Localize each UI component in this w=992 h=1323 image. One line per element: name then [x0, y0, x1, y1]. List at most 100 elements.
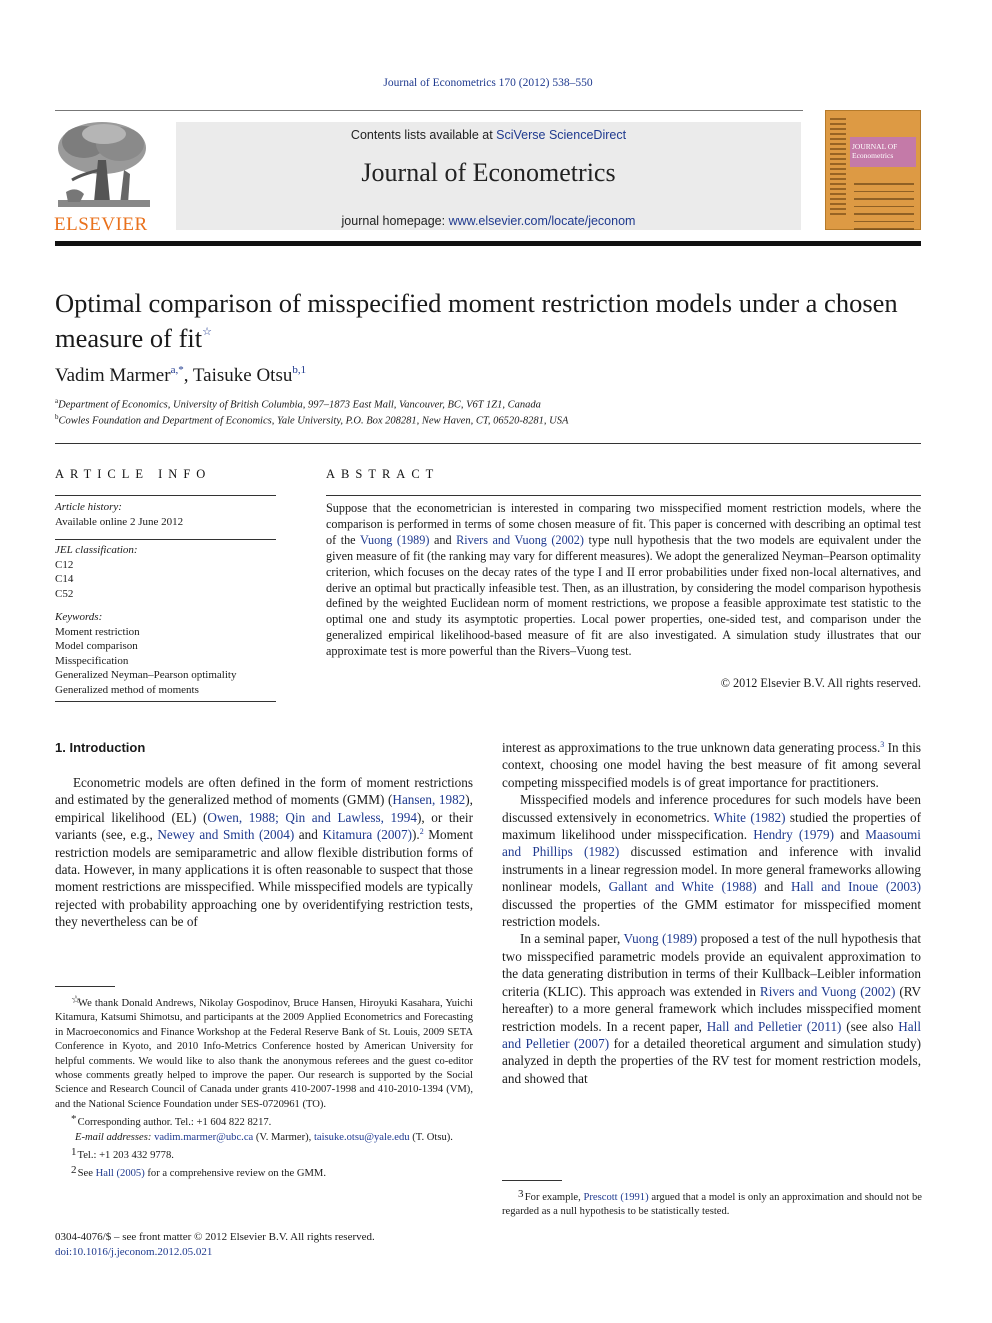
reference-link[interactable]: Hall and Pelletier (2011)	[707, 1019, 842, 1034]
history-value: Available online 2 June 2012	[55, 515, 184, 528]
text: (T. Otsu).	[409, 1131, 453, 1143]
text: for a comprehensive review on the GMM.	[144, 1168, 326, 1180]
footnote-acknowledgement: ☆ We thank Donald Andrews, Nikolay Gospo…	[55, 993, 473, 1112]
journal-cover-thumbnail[interactable]: JOURNAL OF Econometrics	[825, 110, 921, 230]
journal-header-band: Contents lists available at SciVerse Sci…	[176, 122, 801, 230]
author-marks[interactable]: b,1	[292, 364, 306, 376]
footnote-emails: E-mail addresses: vadim.marmer@ubc.ca (V…	[55, 1131, 473, 1145]
reference-link[interactable]: Owen, 1988; Qin and Lawless, 1994	[207, 810, 417, 825]
paragraph: interest as approximations to the true u…	[502, 739, 921, 791]
text: interest as approximations to the true u…	[502, 740, 881, 755]
reference-link[interactable]: Vuong (1989)	[623, 931, 697, 946]
title-footnote-mark[interactable]: ☆	[202, 326, 212, 338]
keyword: Misspecification	[55, 654, 129, 667]
author-name[interactable]: Taisuke Otsu	[193, 365, 292, 386]
email-label: E-mail addresses:	[75, 1131, 155, 1143]
reference-link[interactable]: Hall and Inoue (2003)	[791, 879, 921, 894]
footnotes-left: ☆ We thank Donald Andrews, Nikolay Gospo…	[55, 993, 473, 1182]
cover-title-panel: JOURNAL OF Econometrics	[850, 137, 916, 167]
abstract-span: type null hypothesis that the two models…	[326, 532, 922, 659]
jel-code: C12	[55, 558, 74, 571]
reference-link[interactable]: Prescott (1991)	[584, 1192, 649, 1203]
abstract-heading: ABSTRACT	[326, 467, 440, 481]
paragraph: In a seminal paper, Vuong (1989) propose…	[502, 930, 921, 1087]
footnote-divider	[55, 986, 115, 987]
reference-link[interactable]: Gallant and White (1988)	[609, 879, 757, 894]
reference-link[interactable]: Hansen, 1982	[392, 792, 465, 807]
cover-title-line2: Econometrics	[852, 151, 894, 160]
text: (see also	[841, 1018, 899, 1034]
abstract-span: and	[429, 532, 457, 547]
divider	[326, 495, 921, 496]
reference-link[interactable]: Kitamura (2007)	[322, 827, 412, 842]
keyword: Model comparison	[55, 640, 138, 652]
reference-link[interactable]: Newey and Smith (2004)	[157, 827, 294, 842]
cover-contents-graphic	[854, 177, 914, 236]
front-matter: 0304-4076/$ – see front matter © 2012 El…	[55, 1230, 375, 1260]
journal-title: Journal of Econometrics	[361, 158, 616, 187]
text: In a seminal paper,	[520, 931, 624, 947]
keyword: Generalized Neyman–Pearson optimality	[55, 669, 237, 681]
reference-link[interactable]: Vuong (1989)	[360, 533, 430, 547]
footnotes-right: 3 For example, Prescott (1991) argued th…	[502, 1187, 922, 1220]
footnote-mark: 1	[71, 1146, 77, 1159]
contents-availability: Contents lists available at SciVerse Sci…	[176, 128, 801, 142]
footnote-text: Tel.: +1 203 432 9778.	[77, 1150, 174, 1162]
text: discussed the properties of the GMM esti…	[502, 896, 921, 930]
author-name[interactable]: Vadim Marmer	[55, 365, 171, 386]
text: See	[77, 1168, 96, 1180]
footnote-mark: *	[71, 1113, 77, 1126]
reference-link[interactable]: Hall (2005)	[96, 1168, 145, 1179]
history-label: Article history:	[55, 501, 122, 513]
author-separator: ,	[183, 365, 193, 386]
divider	[55, 701, 276, 702]
elsevier-tree-icon	[54, 120, 152, 210]
article-title-text: Optimal comparison of misspecified momen…	[55, 288, 898, 353]
footnote-text: Corresponding author. Tel.: +1 604 822 8…	[77, 1117, 272, 1129]
contents-text: Contents lists available at	[350, 128, 497, 142]
journal-citation-link[interactable]: Journal of Econometrics 170 (2012) 538–5…	[0, 77, 976, 89]
article-title: Optimal comparison of misspecified momen…	[55, 289, 925, 353]
header-divider	[55, 110, 803, 111]
email-link[interactable]: vadim.marmer@ubc.ca	[154, 1132, 253, 1143]
paragraph: Econometric models are often defined in …	[55, 774, 473, 931]
reference-link[interactable]: White (1982)	[714, 810, 786, 825]
keywords-label: Keywords:	[55, 611, 103, 623]
body-column-left: Econometric models are often defined in …	[55, 774, 473, 931]
jel-code: C52	[55, 587, 74, 600]
footnote-mark: ☆	[71, 994, 81, 1006]
footnote-1: 1 Tel.: +1 203 432 9778.	[55, 1145, 473, 1163]
issn-line: 0304-4076/$ – see front matter © 2012 El…	[55, 1231, 375, 1243]
footnote-2: 2 See Hall (2005) for a comprehensive re…	[55, 1163, 473, 1181]
jel-label: JEL classification:	[55, 544, 138, 556]
doi-link[interactable]: doi:10.1016/j.jeconom.2012.05.021	[55, 1246, 212, 1258]
divider	[55, 495, 276, 496]
abstract-copyright: © 2012 Elsevier B.V. All rights reserved…	[720, 676, 921, 690]
email-link[interactable]: taisuke.otsu@yale.edu	[314, 1132, 410, 1143]
reference-link[interactable]: Hendry (1979)	[753, 827, 834, 842]
text: Moment restriction models are semiparame…	[55, 827, 473, 930]
footnote-3: 3 For example, Prescott (1991) argued th…	[502, 1187, 922, 1220]
elsevier-wordmark: ELSEVIER	[54, 214, 148, 235]
section-divider	[55, 443, 921, 444]
footnote-mark: 2	[71, 1164, 77, 1177]
keywords: Keywords: Moment restriction Model compa…	[55, 610, 236, 697]
text: and	[756, 879, 792, 895]
homepage-link[interactable]: www.elsevier.com/locate/jeconom	[449, 214, 636, 228]
text: (V. Marmer),	[253, 1131, 314, 1143]
cover-sidebar-graphic	[830, 115, 846, 225]
footnote-mark: 3	[518, 1188, 524, 1200]
elsevier-logo[interactable]: ELSEVIER	[54, 120, 154, 235]
article-history: Article history: Available online 2 June…	[55, 500, 183, 529]
divider	[55, 539, 276, 540]
body-column-right: interest as approximations to the true u…	[502, 739, 921, 1087]
author-marks[interactable]: a,*	[171, 364, 184, 376]
affiliation-text: Department of Economics, University of B…	[58, 399, 541, 411]
jel-code: C14	[55, 573, 74, 585]
text: ).	[412, 827, 420, 843]
reference-link[interactable]: Rivers and Vuong (2002)	[760, 984, 895, 999]
reference-link[interactable]: Rivers and Vuong (2002)	[456, 533, 584, 547]
text: and	[834, 827, 866, 843]
sciencedirect-link[interactable]: SciVerse ScienceDirect	[496, 128, 626, 142]
paragraph: Misspecified models and inference proced…	[502, 791, 921, 930]
